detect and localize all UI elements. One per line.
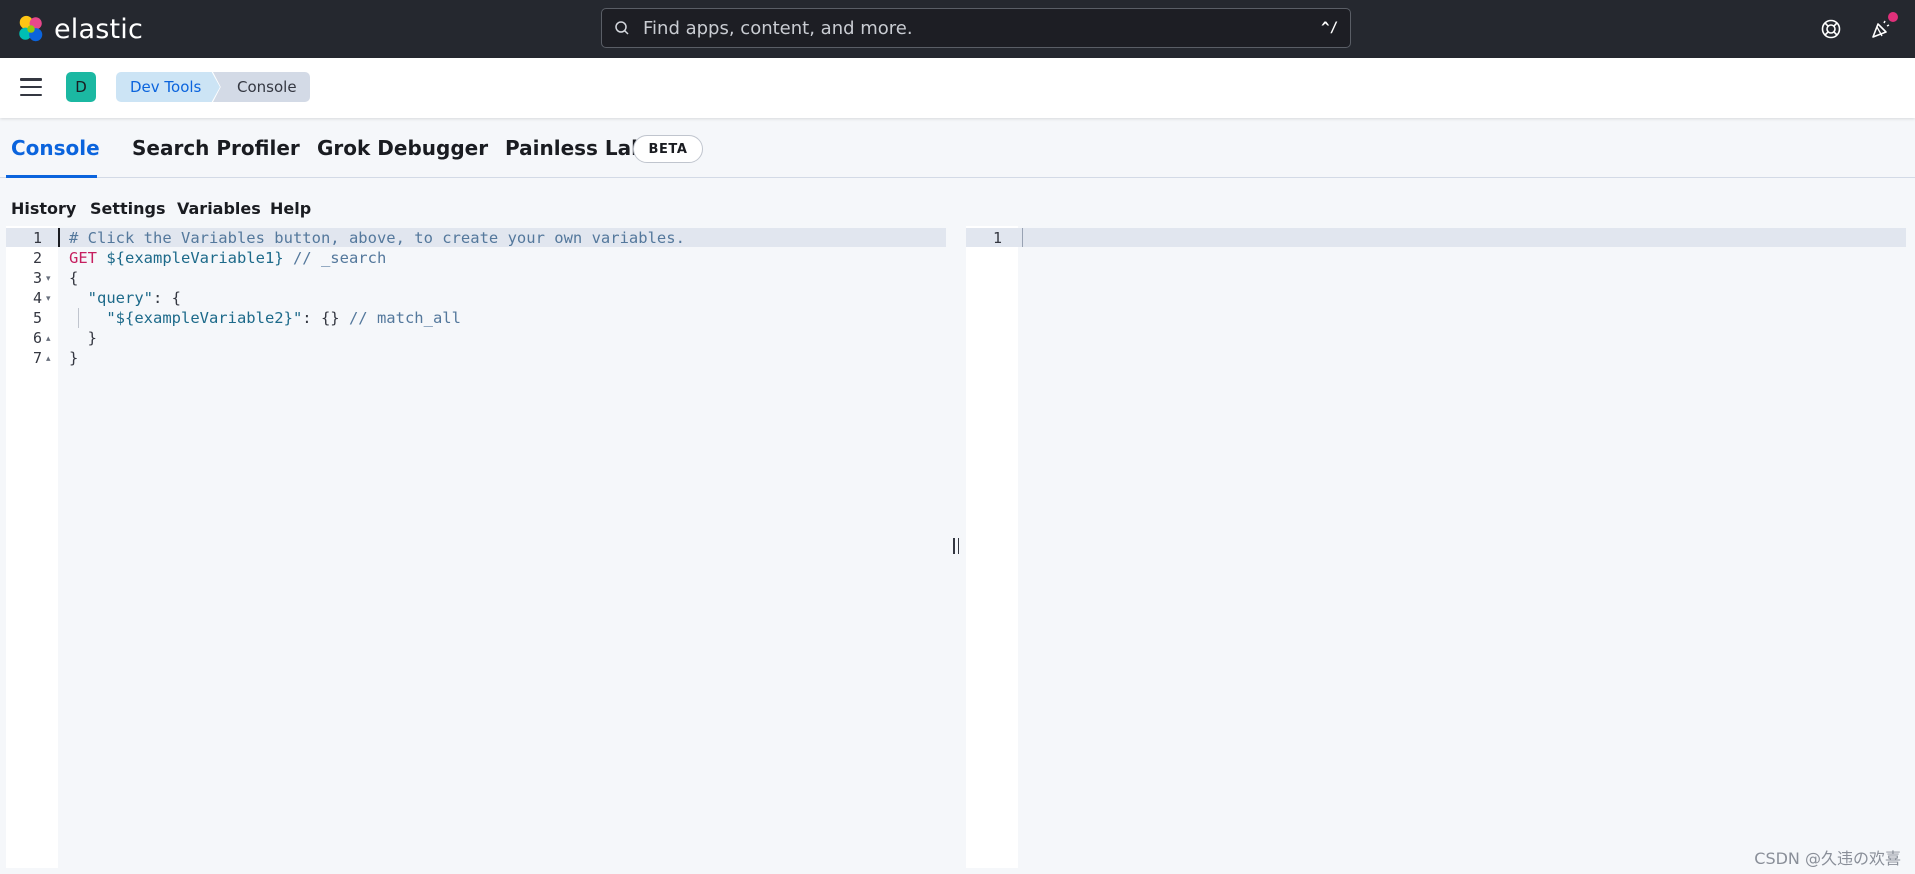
line-number: 4 — [32, 289, 42, 307]
output-code-area[interactable] — [1018, 226, 1906, 868]
code-line: { — [69, 269, 79, 287]
code-line: } — [69, 349, 79, 367]
fold-close-icon[interactable]: ▴ — [46, 328, 51, 348]
settings-button[interactable]: Settings — [90, 199, 166, 218]
variables-button[interactable]: Variables — [177, 199, 261, 218]
line-number: 1 — [992, 229, 1002, 247]
tab-search-profiler[interactable]: Search Profiler — [132, 136, 300, 160]
pane-resizer[interactable] — [947, 226, 965, 868]
code-line: "query": { — [87, 289, 181, 307]
search-placeholder: Find apps, content, and more. — [643, 17, 913, 39]
search-icon — [612, 18, 632, 38]
tab-console[interactable]: Console — [11, 136, 100, 160]
elastic-logo-icon — [19, 15, 43, 42]
fold-close-icon[interactable]: ▴ — [46, 348, 51, 368]
elastic-logo[interactable]: elastic — [16, 14, 143, 45]
code-line: } — [69, 329, 97, 347]
notification-badge — [1888, 12, 1898, 22]
global-search-input[interactable]: Find apps, content, and more. ^/ — [601, 8, 1351, 48]
line-number: 3 — [32, 269, 42, 287]
fold-open-icon[interactable]: ▾ — [46, 288, 51, 308]
help-button[interactable]: Help — [270, 199, 311, 218]
editor-code-area[interactable]: # Click the Variables button, above, to … — [58, 226, 946, 868]
output-gutter: 1 — [966, 226, 1018, 868]
line-number: 2 — [32, 249, 42, 267]
active-tab-indicator — [6, 175, 97, 178]
breadcrumb-dev-tools[interactable]: Dev Tools — [116, 72, 220, 102]
dev-tools-tabs: Console Search Profiler Grok Debugger Pa… — [0, 118, 1915, 178]
line-number: 5 — [32, 309, 42, 327]
watermark: CSDN @久违の欢喜 — [1754, 849, 1901, 868]
news-feed-icon[interactable] — [1868, 12, 1898, 42]
response-output[interactable]: 1 — [966, 226, 1906, 868]
line-number: 7 — [32, 349, 42, 367]
request-editor[interactable]: 1 2 3 4 5 6 7 ▾ ▾ ▴ ▴ # Click the Variab… — [6, 226, 946, 868]
breadcrumb-console: Console — [213, 72, 310, 102]
code-line: GET ${exampleVariable1} // _search — [69, 249, 387, 267]
top-header: elastic Find apps, content, and more. ^/ — [0, 0, 1915, 58]
drag-handle-icon[interactable] — [953, 538, 959, 554]
fold-open-icon[interactable]: ▾ — [46, 268, 51, 288]
history-button[interactable]: History — [11, 199, 76, 218]
search-shortcut-hint: ^/ — [1321, 20, 1338, 36]
hamburger-menu-icon[interactable] — [20, 78, 42, 96]
breadcrumb-bar: D Dev Tools Console — [0, 58, 1915, 118]
code-line: "${exampleVariable2}": {} // match_all — [106, 309, 461, 327]
space-avatar[interactable]: D — [66, 72, 96, 102]
line-number: 1 — [32, 229, 42, 247]
help-icon[interactable] — [1818, 16, 1844, 42]
line-number: 6 — [32, 329, 42, 347]
beta-badge: BETA — [633, 135, 703, 163]
tab-painless-lab[interactable]: Painless Lab — [505, 136, 645, 160]
editor-gutter: 1 2 3 4 5 6 7 ▾ ▾ ▴ ▴ — [6, 226, 58, 868]
http-method: GET — [69, 249, 97, 267]
brand-name: elastic — [54, 13, 144, 45]
tab-grok-debugger[interactable]: Grok Debugger — [317, 136, 488, 160]
text-cursor — [58, 228, 60, 247]
code-line: # Click the Variables button, above, to … — [69, 229, 685, 247]
